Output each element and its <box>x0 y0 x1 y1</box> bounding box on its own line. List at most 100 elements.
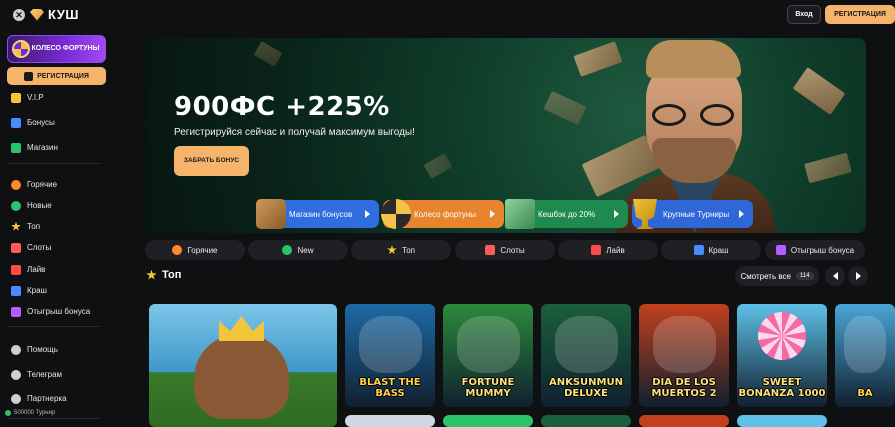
category-tab[interactable]: Отыгрыш бонуса <box>765 240 865 260</box>
close-icon[interactable]: ✕ <box>13 9 25 21</box>
game-tile[interactable] <box>149 304 337 427</box>
sidebar-item[interactable]: Помощь <box>0 339 112 360</box>
promo-chip[interactable]: Магазин бонусов <box>256 199 379 229</box>
play-arrow-icon <box>365 210 370 218</box>
game-tile[interactable]: SWEET BONANZA 1000 <box>737 304 827 407</box>
live-icon <box>591 245 602 255</box>
sidebar-item-label: Слоты <box>27 243 52 252</box>
category-tab-label: Лайв <box>606 245 625 255</box>
sidebar-item-label: Телеграм <box>27 370 63 379</box>
sidebar-divider <box>8 326 100 327</box>
register-button[interactable]: РЕГИСТРАЦИЯ <box>825 5 895 24</box>
play-arrow-icon <box>490 210 495 218</box>
sidebar-register-button[interactable]: РЕГИСТРАЦИЯ <box>7 67 106 85</box>
game-art <box>844 316 886 373</box>
sidebar-divider <box>8 163 100 164</box>
sidebar-item-label: Магазин <box>27 143 58 152</box>
see-all-label: Смотреть все <box>740 271 791 281</box>
online-dot-icon <box>5 410 11 416</box>
category-tab[interactable]: Слоты <box>455 240 555 260</box>
trophy-icon <box>633 199 657 229</box>
logo[interactable]: КУШ <box>30 7 79 22</box>
category-tab-label: Слоты <box>500 245 525 255</box>
top-bar: ✕ КУШ Вход РЕГИСТРАЦИЯ <box>0 0 895 30</box>
partner-icon <box>11 393 21 404</box>
category-tab[interactable]: New <box>248 240 348 260</box>
chevron-right-icon <box>855 272 861 280</box>
sidebar-item[interactable]: Магазин <box>0 137 112 158</box>
sidebar-item[interactable]: Краш <box>0 280 112 301</box>
sidebar-item-label: Отыгрыш бонуса <box>27 307 91 316</box>
game-tile[interactable]: BA <box>835 304 895 407</box>
money-bill-decoration <box>804 152 852 184</box>
game-tile[interactable]: DIA DE LOS MUERTOS 2 <box>639 304 729 407</box>
category-tab[interactable]: Лайв <box>558 240 658 260</box>
wheel-of-fortune-banner[interactable]: КОЛЕСО ФОРТУНЫ <box>7 35 106 63</box>
hero-subtitle: Регистрируйся сейчас и получай максимум … <box>174 127 415 138</box>
play-arrow-icon <box>614 210 619 218</box>
game-art <box>554 316 618 373</box>
game-tile[interactable]: BLAST THE BASS <box>345 304 435 407</box>
sidebar-item[interactable]: Телеграм <box>0 364 112 385</box>
slots-icon <box>11 242 21 253</box>
hero-title: 900ФС +225% <box>174 92 390 122</box>
category-tab-label: Краш <box>708 245 729 255</box>
category-tab-label: Горячие <box>187 245 218 255</box>
money-bill-decoration <box>543 90 587 126</box>
play-arrow-icon <box>739 210 744 218</box>
section-title: Топ <box>146 269 181 281</box>
sidebar-item[interactable]: Слоты <box>0 237 112 258</box>
game-tile[interactable] <box>639 415 729 427</box>
game-tile[interactable] <box>737 415 827 427</box>
chevron-left-icon <box>832 272 838 280</box>
money-bill-decoration <box>253 41 283 67</box>
wager-icon <box>11 306 21 317</box>
category-tab[interactable]: Краш <box>661 240 761 260</box>
game-title: DIA DE LOS MUERTOS 2 <box>651 377 717 399</box>
promo-chip-label: Крупные Турниры <box>663 209 730 219</box>
shop-icon <box>11 142 21 153</box>
scroll-left-button[interactable] <box>825 266 845 286</box>
login-button[interactable]: Вход <box>787 5 821 24</box>
sidebar-item[interactable]: Отыгрыш бонуса <box>0 301 112 322</box>
claim-bonus-button[interactable]: ЗАБРАТЬ БОНУС <box>174 146 249 176</box>
category-tab-label: New <box>297 245 314 255</box>
money-bill-decoration <box>423 153 453 179</box>
sidebar-item[interactable]: Новые <box>0 195 112 216</box>
sidebar-item-label: Бонусы <box>27 118 55 127</box>
promo-chip[interactable]: Кешбэк до 20% <box>505 199 628 229</box>
see-all-button[interactable]: Смотреть все 114 <box>735 266 819 286</box>
sidebar-divider <box>8 418 100 419</box>
sidebar-item[interactable]: Бонусы <box>0 112 112 133</box>
promo-chip-label: Колесо фортуны <box>414 209 477 219</box>
crown-icon <box>11 92 21 103</box>
sidebar-item-label: Горячие <box>27 180 58 189</box>
game-tile[interactable] <box>443 415 533 427</box>
category-tab[interactable]: Топ <box>351 240 451 260</box>
sidebar-item[interactable]: Горячие <box>0 174 112 195</box>
crown-icon <box>219 316 264 341</box>
game-tile[interactable] <box>345 415 435 427</box>
promo-chip[interactable]: Колесо фортуны <box>381 199 504 229</box>
scroll-right-button[interactable] <box>848 266 868 286</box>
promo-chip[interactable]: Крупные Турниры <box>632 199 753 229</box>
sidebar-item[interactable]: Партнерка <box>0 388 112 409</box>
wheel-icon <box>12 40 30 58</box>
promo-chip-label: Кешбэк до 20% <box>538 209 596 219</box>
game-title: ANKSUNMUN DELUXE <box>549 377 623 399</box>
new-icon <box>282 245 293 255</box>
game-tile[interactable]: ANKSUNMUN DELUXE <box>541 304 631 407</box>
tournament-ticker[interactable]: 500000 Турнир <box>5 410 105 416</box>
star-icon <box>11 221 21 231</box>
wheel-icon <box>381 199 411 229</box>
sidebar-item-label: Топ <box>27 222 41 231</box>
game-art <box>758 312 806 360</box>
sidebar-item[interactable]: Лайв <box>0 259 112 280</box>
dog-character-art <box>194 334 289 419</box>
sidebar-item[interactable]: Топ <box>0 216 112 237</box>
promo-chip-label: Магазин бонусов <box>289 209 353 219</box>
sidebar-item[interactable]: V.I.P <box>0 87 112 108</box>
game-tile[interactable] <box>541 415 631 427</box>
category-tab[interactable]: Горячие <box>145 240 245 260</box>
game-tile[interactable]: FORTUNE MUMMY <box>443 304 533 407</box>
